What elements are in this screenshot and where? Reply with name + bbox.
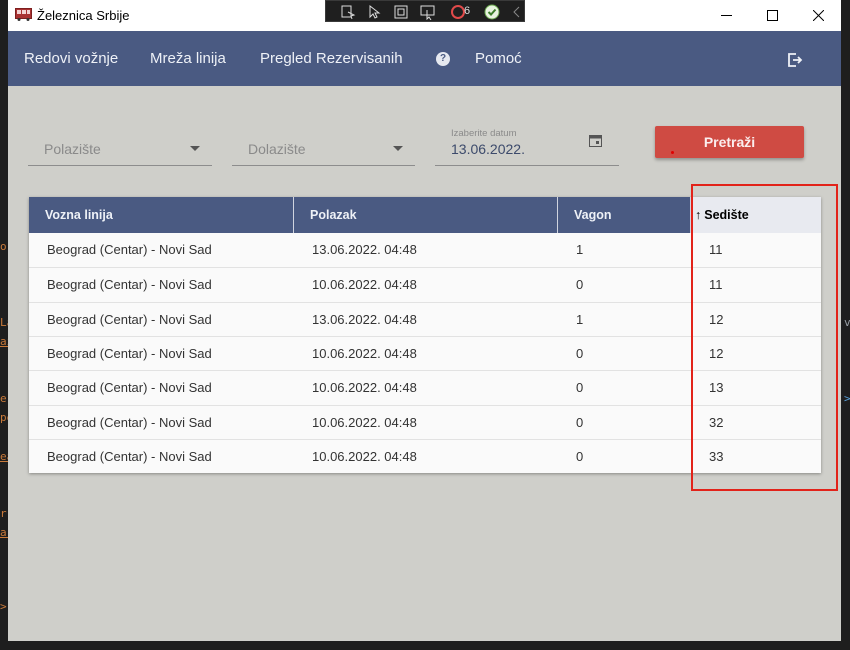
departure-select[interactable]: Polazište <box>28 125 212 166</box>
collapse-chevron-icon[interactable] <box>509 4 525 20</box>
background-fragment: ea <box>0 450 8 463</box>
cell-line: Beograd (Centar) - Novi Sad <box>47 414 212 430</box>
calendar-icon[interactable] <box>589 134 602 147</box>
column-header-wagon[interactable]: Vagon <box>557 197 690 233</box>
background-fragment: rr <box>0 507 8 520</box>
cell-wagon: 0 <box>576 448 584 464</box>
window-title: Železnica Srbije <box>37 8 130 23</box>
cell-line: Beograd (Centar) - Novi Sad <box>47 448 212 464</box>
minimize-icon <box>720 15 732 16</box>
cell-departure: 13.06.2022. 04:48 <box>312 311 417 327</box>
cell-departure: 10.06.2022. 04:48 <box>312 414 417 430</box>
cell-line: Beograd (Centar) - Novi Sad <box>47 277 212 293</box>
arrival-placeholder: Dolazište <box>248 141 306 157</box>
cell-wagon: 0 <box>576 414 584 430</box>
background-fragment: pe <box>0 411 8 424</box>
dropdown-caret-icon <box>393 146 403 151</box>
cell-wagon: 0 <box>576 277 584 293</box>
date-picker[interactable]: Izaberite datum 13.06.2022. <box>435 125 619 166</box>
annotation-highlight-box <box>691 184 838 491</box>
departure-placeholder: Polazište <box>44 141 101 157</box>
cell-wagon: 1 <box>576 311 584 327</box>
maximize-button[interactable] <box>749 0 795 31</box>
cell-departure: 10.06.2022. 04:48 <box>312 380 417 396</box>
cell-departure: 13.06.2022. 04:48 <box>312 242 417 257</box>
cell-wagon: 0 <box>576 345 584 361</box>
cell-departure: 10.06.2022. 04:48 <box>312 448 417 464</box>
display-inspect-icon[interactable] <box>420 4 436 20</box>
background-fragment: v <box>844 316 850 329</box>
navbar: Redovi vožnje Mreža linija Pregled Rezer… <box>8 31 841 86</box>
layout-adorner-icon[interactable] <box>393 4 409 20</box>
column-header-line[interactable]: Vozna linija <box>29 197 293 233</box>
debug-toolbar: 6 <box>325 0 525 22</box>
app-window: Železnica Srbije 6 Redovi vožnje Mreža l… <box>8 0 841 641</box>
date-label: Izaberite datum <box>451 128 517 139</box>
background-fragment: ar <box>0 526 8 539</box>
nav-item-help[interactable]: Pomoć <box>475 50 522 67</box>
minimize-button[interactable] <box>703 0 749 31</box>
search-button[interactable]: Pretraži <box>655 126 804 158</box>
arrival-select[interactable]: Dolazište <box>232 125 415 166</box>
background-fragment: La <box>0 316 8 329</box>
cursor-dot <box>671 151 674 154</box>
cell-line: Beograd (Centar) - Novi Sad <box>47 345 212 361</box>
help-icon[interactable]: ? <box>436 52 450 66</box>
pointer-icon[interactable] <box>367 4 383 20</box>
train-icon <box>15 8 32 21</box>
cell-line: Beograd (Centar) - Novi Sad <box>47 242 212 257</box>
maximize-icon <box>766 10 778 21</box>
background-fragment: e <box>0 392 7 405</box>
column-header-departure[interactable]: Polazak <box>293 197 557 233</box>
cell-wagon: 1 <box>576 242 584 257</box>
title-bar: Železnica Srbije 6 <box>8 0 841 31</box>
background-fragment: > <box>844 392 850 405</box>
hot-reload-counter: 6 <box>464 5 471 17</box>
cell-departure: 10.06.2022. 04:48 <box>312 345 417 361</box>
select-element-icon[interactable] <box>340 4 356 20</box>
nav-item-reservations[interactable]: Pregled Rezervisanih <box>260 50 403 67</box>
logout-icon[interactable] <box>787 52 803 68</box>
cell-departure: 10.06.2022. 04:48 <box>312 277 417 293</box>
close-button[interactable] <box>795 0 841 31</box>
background-fragment: or <box>0 240 8 253</box>
background-fragment: > <box>0 600 7 613</box>
check-icon[interactable] <box>484 4 500 20</box>
close-icon <box>812 10 824 21</box>
cell-wagon: 0 <box>576 380 584 396</box>
nav-item-network[interactable]: Mreža linija <box>150 50 226 67</box>
date-value[interactable]: 13.06.2022. <box>451 141 525 157</box>
dropdown-caret-icon <box>190 146 200 151</box>
cell-line: Beograd (Centar) - Novi Sad <box>47 311 212 327</box>
nav-item-timetable[interactable]: Redovi vožnje <box>24 50 118 67</box>
background-fragment: az <box>0 335 8 348</box>
cell-line: Beograd (Centar) - Novi Sad <box>47 380 212 396</box>
